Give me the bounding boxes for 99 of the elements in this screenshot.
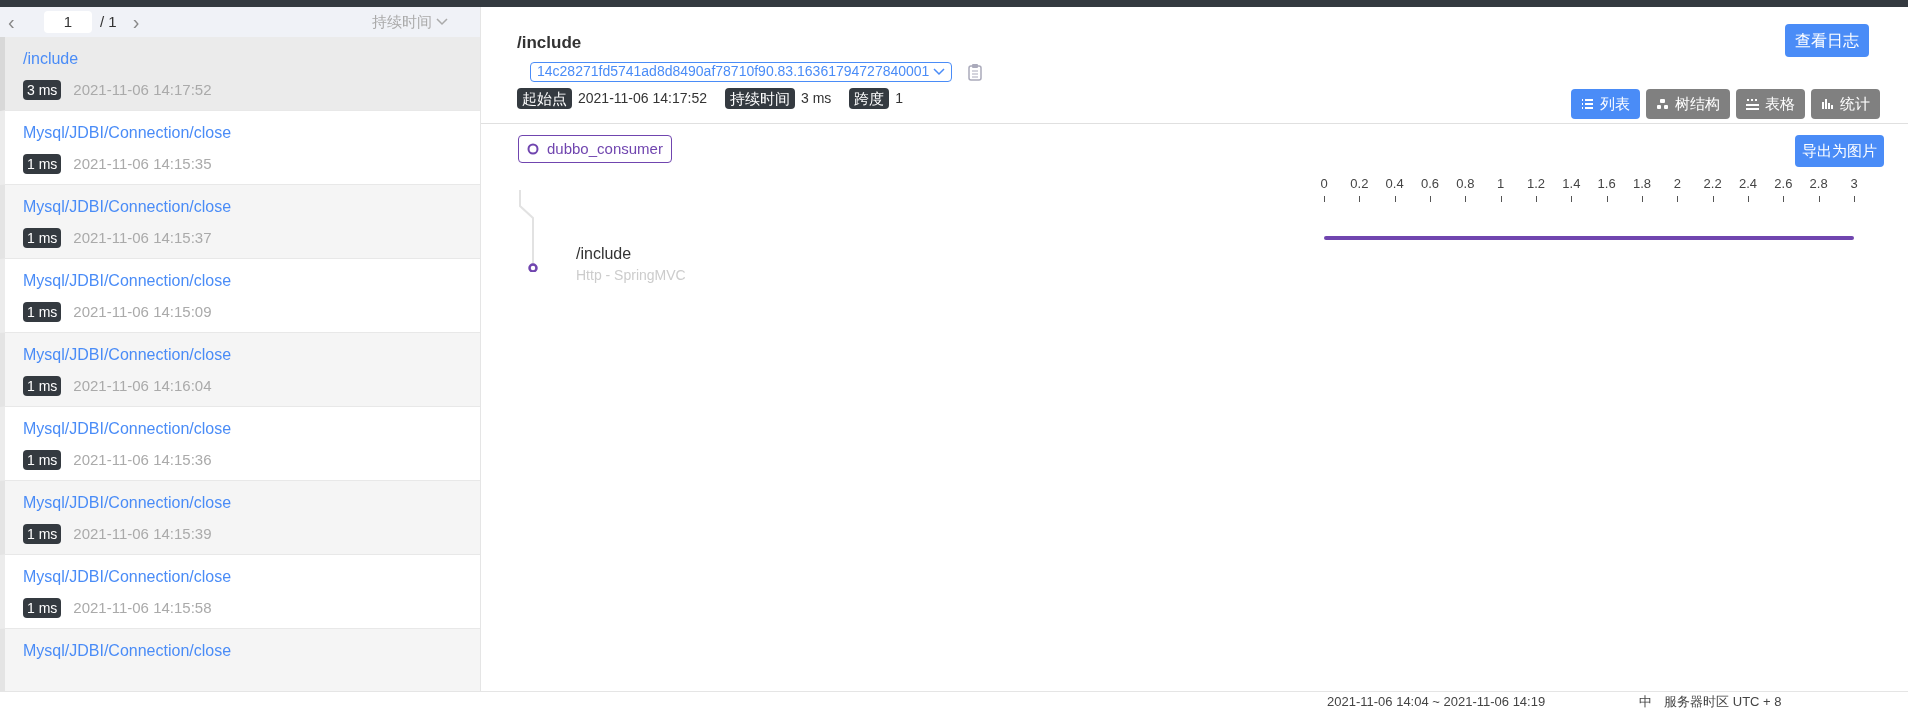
service-tag: dubbo_consumer [518,135,672,163]
duration-badge: 3 ms [23,80,62,101]
meta-label: 跨度 [849,87,890,109]
timeline-tick-label: 1.6 [1597,176,1616,192]
timeline-tick-label: 1 [1497,176,1505,192]
trace-time: 2021-11-06 14:15:09 [73,302,212,322]
trace-time: 2021-11-06 14:15:37 [73,228,212,248]
meta-value: 3 ms [800,88,832,108]
time-range[interactable]: 2021-11-06 14:04 ~ 2021-11-06 14:19 [1327,691,1546,711]
duration-badge: 1 ms [23,598,62,619]
page-total: / 1 [100,11,117,32]
trace-time: 2021-11-06 14:15:36 [73,450,212,470]
timezone-label: 服务器时区 UTC + 8 [1664,692,1782,711]
meta-label: 持续时间 [724,87,795,109]
timeline-tick [1536,196,1537,202]
trace-name: Mysql/JDBI/Connection/close [23,197,232,217]
trace-time: 2021-11-06 14:16:04 [73,376,212,396]
tree-connector-icon [518,190,538,272]
timeline-tick-label: 0.6 [1420,176,1440,192]
view-tab[interactable]: 列表 [1571,89,1640,119]
trace-name: Mysql/JDBI/Connection/close [23,641,232,661]
duration-badge: 1 ms [23,302,62,323]
next-page-button[interactable]: › [132,7,140,37]
timeline-tick [1465,196,1467,202]
trace-name: Mysql/JDBI/Connection/close [23,271,232,291]
page-input[interactable]: 1 [44,11,92,33]
timeline-tick-label: 0.4 [1385,176,1404,192]
language-label: 中 [1639,692,1653,711]
tree-icon [1656,98,1669,110]
trace-name: /include [23,49,79,69]
duration-badge: 1 ms [23,228,62,249]
trace-name: Mysql/JDBI/Connection/close [23,567,232,587]
timeline-tick-label: 2.6 [1774,176,1793,192]
view-tab[interactable]: 树结构 [1646,89,1730,119]
timeline-tick-label: 1.8 [1632,176,1652,192]
previous-page-button[interactable]: ‹ [8,7,28,37]
timeline-tick [1606,196,1608,202]
duration-badge: 1 ms [23,524,62,545]
timeline-tick-label: 2.8 [1809,176,1828,192]
timeline-tick [1359,196,1361,202]
timeline-tick-label: 3 [1850,176,1858,192]
duration-badge: 1 ms [23,154,62,175]
timeline-tick [1571,196,1573,202]
timeline-tick-label: 2.2 [1703,176,1722,192]
duration-badge: 1 ms [23,376,62,397]
trace-name: Mysql/JDBI/Connection/close [23,345,232,365]
trace-list-item[interactable]: /include 3 ms 2021-11-06 14:17:52 [0,37,480,111]
timeline-tick [1712,196,1714,202]
clipboard-icon[interactable] [968,62,983,81]
timeline-tick-label: 2 [1673,176,1681,192]
timeline-tick [1430,196,1431,202]
meta-value: 1 [895,88,904,108]
trace-list-item[interactable]: Mysql/JDBI/Connection/close 1 ms 2021-11-06 14:15:36 [0,407,480,481]
view-tab[interactable]: 统计 [1811,89,1880,119]
chevron-down-icon [933,67,946,76]
trace-list-item[interactable]: Mysql/JDBI/Connection/close 1 ms 2021-11-06 14:15:39 [0,481,480,555]
trace-list-item[interactable]: Mysql/JDBI/Connection/close 1 ms 2021-11-06 14:15:37 [0,185,480,259]
trace-name: Mysql/JDBI/Connection/close [23,419,232,439]
trace-list-item[interactable]: Mysql/JDBI/Connection/close 1 ms 2021-11-06 14:15:09 [0,259,480,333]
list-icon [1581,98,1594,110]
trace-time: 2021-11-06 14:15:35 [73,154,212,174]
timeline-tick-label: 1.2 [1526,176,1546,192]
view-log-button[interactable]: 查看日志 [1785,24,1869,57]
trace-list-item[interactable]: Mysql/JDBI/Connection/close 1 ms 2021-11-06 14:16:04 [0,333,480,407]
timeline-tick-label: 1.4 [1562,176,1581,192]
timeline-tick [1818,196,1820,202]
trace-list-item[interactable]: Mysql/JDBI/Connection/close [0,629,480,691]
timeline-tick [1324,196,1325,202]
stats-icon [1821,98,1834,110]
trace-time: 2021-11-06 14:15:39 [73,524,212,544]
trace-list-item[interactable]: Mysql/JDBI/Connection/close 1 ms 2021-11-06 14:15:58 [0,555,480,629]
trace-list-item[interactable]: Mysql/JDBI/Connection/close 1 ms 2021-11-06 14:15:35 [0,111,480,185]
timeline-tick [1394,196,1396,202]
timeline-tick [1748,196,1749,202]
trace-name: Mysql/JDBI/Connection/close [23,493,232,513]
table-icon [1746,98,1759,110]
view-tab[interactable]: 表格 [1736,89,1805,119]
timeline-tick [1783,196,1785,202]
chevron-down-icon [436,18,448,26]
trace-name: Mysql/JDBI/Connection/close [23,123,232,143]
trace-time: 2021-11-06 14:15:58 [73,598,212,618]
timeline-tick-label: 2.4 [1738,176,1758,192]
timeline-tick [1677,196,1679,202]
trace-title: /include [517,32,583,54]
timeline-tick [1854,196,1855,202]
meta-value: 2021-11-06 14:17:52 [578,88,707,108]
meta-label: 起始点 [517,87,572,109]
span-name: /include [576,244,632,264]
export-image-button[interactable]: 导出为图片 [1795,135,1884,167]
timeline-tick-label: 0.8 [1456,176,1475,192]
timeline-tick-label: 0.2 [1350,176,1369,192]
trace-time: 2021-11-06 14:17:52 [73,80,212,100]
timeline-tick-label: 0 [1320,176,1328,192]
sort-dropdown[interactable]: 持续时间 [372,10,448,34]
circle-icon [527,143,539,155]
trace-id-select[interactable]: 14c28271fd5741ad8d8490af78710f90.83.16361794727840001 [530,61,953,82]
timeline-tick [1500,196,1502,202]
timeline-tick [1642,196,1643,202]
duration-badge: 1 ms [23,450,62,471]
